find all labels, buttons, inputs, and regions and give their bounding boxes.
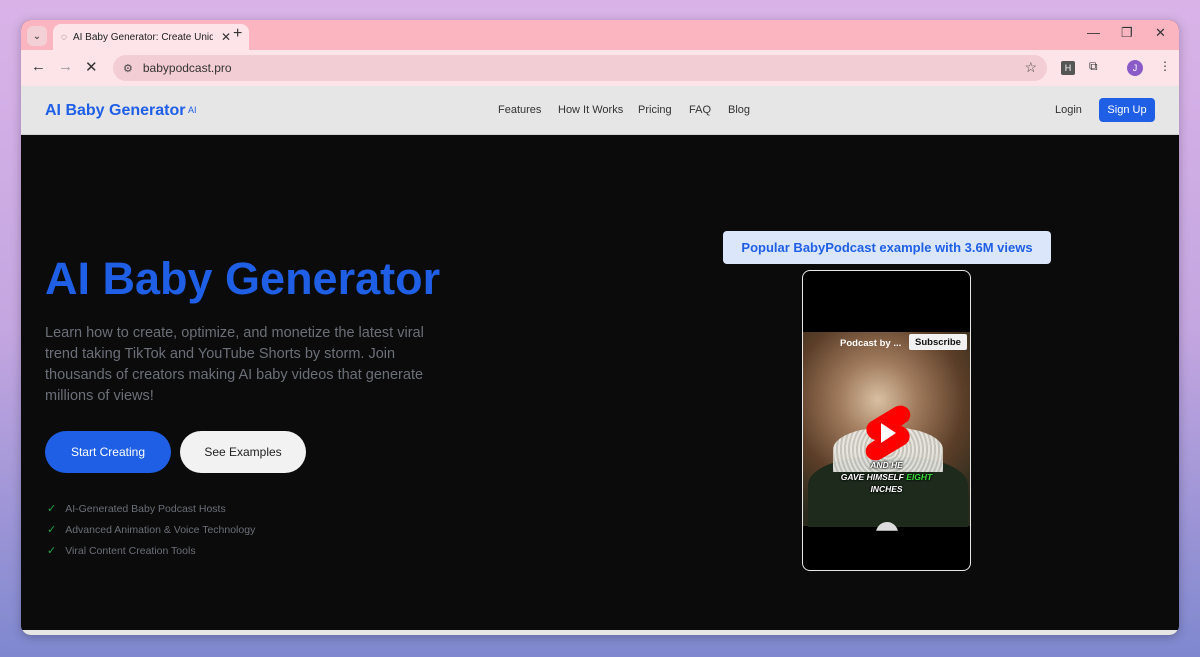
minimize-icon[interactable]: — xyxy=(1087,25,1100,40)
youtube-shorts-play-icon[interactable] xyxy=(861,404,913,462)
nav-how-it-works[interactable]: How It Works xyxy=(558,104,623,116)
caption-line-3: INCHES xyxy=(870,484,903,494)
restore-icon[interactable]: ❐ xyxy=(1121,25,1133,41)
signup-button[interactable]: Sign Up xyxy=(1099,98,1155,122)
close-tab-icon[interactable]: ✕ xyxy=(221,30,231,44)
login-link[interactable]: Login xyxy=(1055,104,1082,116)
check-icon: ✓ xyxy=(47,545,57,557)
new-tab-button[interactable]: + xyxy=(233,25,242,43)
hero-section: AI Baby Generator Learn how to create, o… xyxy=(21,135,1179,630)
extension-h-icon[interactable]: H xyxy=(1061,61,1075,75)
back-icon[interactable]: ← xyxy=(31,58,46,75)
page-bottom-edge xyxy=(21,630,1179,635)
nav-features[interactable]: Features xyxy=(498,104,541,116)
stop-loading-icon[interactable]: ✕ xyxy=(85,58,98,76)
hero-description: Learn how to create, optimize, and monet… xyxy=(45,325,424,404)
close-window-icon[interactable]: ✕ xyxy=(1155,25,1166,41)
embedded-short-video[interactable]: Podcast by ... Subscribe AND HE GAVE HIM… xyxy=(802,270,971,571)
tab-search-button[interactable]: ⌄ xyxy=(27,26,47,46)
extensions-puzzle-icon[interactable]: ⧉ xyxy=(1089,59,1098,74)
nav-blog[interactable]: Blog xyxy=(728,104,750,116)
site-logo[interactable]: AI Baby Generator xyxy=(45,102,185,120)
browser-toolbar: ← → ✕ ⚙ babypodcast.pro ☆ H ⧉ J ⋮ xyxy=(21,50,1179,86)
menu-kebab-icon[interactable]: ⋮ xyxy=(1159,59,1171,73)
active-tab[interactable]: ◌ AI Baby Generator: Create Uniq ✕ xyxy=(53,24,249,50)
video-thumbnail[interactable]: Podcast by ... Subscribe AND HE GAVE HIM… xyxy=(803,332,970,527)
bookmark-star-icon[interactable]: ☆ xyxy=(1024,59,1037,76)
see-examples-button[interactable]: See Examples xyxy=(180,431,306,473)
browser-window: ⌄ ◌ AI Baby Generator: Create Uniq ✕ + —… xyxy=(21,20,1179,635)
nav-pricing[interactable]: Pricing xyxy=(638,104,672,116)
popular-example-label: Popular BabyPodcast example with 3.6M vi… xyxy=(723,231,1051,264)
tab-strip: ⌄ ◌ AI Baby Generator: Create Uniq ✕ + —… xyxy=(21,20,1179,50)
address-bar[interactable]: ⚙ babypodcast.pro ☆ xyxy=(113,55,1047,81)
feature-list: ✓ AI-Generated Baby Podcast Hosts ✓ Advanc… xyxy=(47,498,255,561)
forward-icon[interactable]: → xyxy=(58,58,73,75)
feature-item: ✓ Viral Content Creation Tools xyxy=(47,544,196,558)
nav-faq[interactable]: FAQ xyxy=(689,104,711,116)
feature-item: ✓ Advanced Animation & Voice Technology xyxy=(47,523,256,537)
feature-item: ✓ AI-Generated Baby Podcast Hosts xyxy=(47,502,226,516)
start-creating-button[interactable]: Start Creating xyxy=(45,431,171,473)
loading-icon: ◌ xyxy=(61,31,67,43)
video-channel-title[interactable]: Podcast by ... xyxy=(840,338,901,349)
hero-title: AI Baby Generator xyxy=(45,253,441,304)
check-icon: ✓ xyxy=(47,524,57,536)
logo-badge: AI xyxy=(188,105,197,115)
caption-line-1: AND HE xyxy=(870,460,903,470)
site-info-icon[interactable]: ⚙ xyxy=(123,62,133,75)
caption-line-2: GAVE HIMSELF EIGHT xyxy=(840,472,933,482)
loading-spinner-icon xyxy=(876,522,898,531)
profile-avatar[interactable]: J xyxy=(1127,60,1143,76)
check-icon: ✓ xyxy=(47,503,57,515)
tab-title: AI Baby Generator: Create Uniq xyxy=(72,31,213,43)
url-text: babypodcast.pro xyxy=(142,61,232,75)
subscribe-button[interactable]: Subscribe xyxy=(909,334,967,350)
site-header: AI Baby Generator AI Features How It Wor… xyxy=(21,86,1179,135)
